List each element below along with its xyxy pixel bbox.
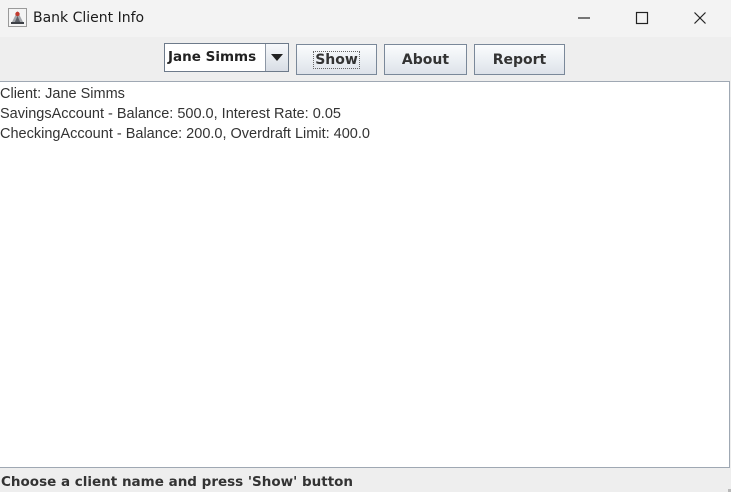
close-icon: [694, 12, 706, 24]
report-button-label: Report: [492, 51, 547, 68]
about-button[interactable]: About: [384, 44, 467, 75]
client-name-line: Client: Jane Simms: [0, 86, 125, 102]
minimize-icon: [578, 17, 590, 19]
about-button-label: About: [401, 51, 450, 68]
title-bar[interactable]: Bank Client Info: [0, 0, 731, 37]
show-button-label: Show: [313, 50, 360, 69]
close-button[interactable]: [671, 0, 729, 36]
client-select[interactable]: Jane Simms: [164, 43, 289, 72]
resize-grip-icon[interactable]: [725, 486, 731, 492]
java-app-icon: [8, 8, 27, 27]
checking-account-line: CheckingAccount - Balance: 200.0, Overdr…: [0, 126, 370, 142]
status-bar: Choose a client name and press 'Show' bu…: [0, 470, 731, 492]
maximize-icon: [635, 11, 649, 25]
window-title: Bank Client Info: [33, 10, 145, 26]
status-message: Choose a client name and press 'Show' bu…: [1, 474, 354, 490]
savings-account-line: SavingsAccount - Balance: 500.0, Interes…: [0, 106, 341, 122]
show-button[interactable]: Show: [296, 44, 377, 75]
minimize-button[interactable]: [555, 0, 613, 36]
app-window: Bank Client Info Jane Simms Show About R…: [0, 0, 731, 492]
client-select-value: Jane Simms: [168, 49, 257, 65]
maximize-button[interactable]: [613, 0, 671, 36]
client-select-arrow[interactable]: [265, 44, 288, 71]
client-info-text-area[interactable]: Client: Jane Simms SavingsAccount - Bala…: [0, 81, 730, 468]
report-button[interactable]: Report: [474, 44, 565, 75]
toolbar: Jane Simms Show About Report: [0, 37, 731, 81]
chevron-down-icon: [271, 53, 283, 61]
